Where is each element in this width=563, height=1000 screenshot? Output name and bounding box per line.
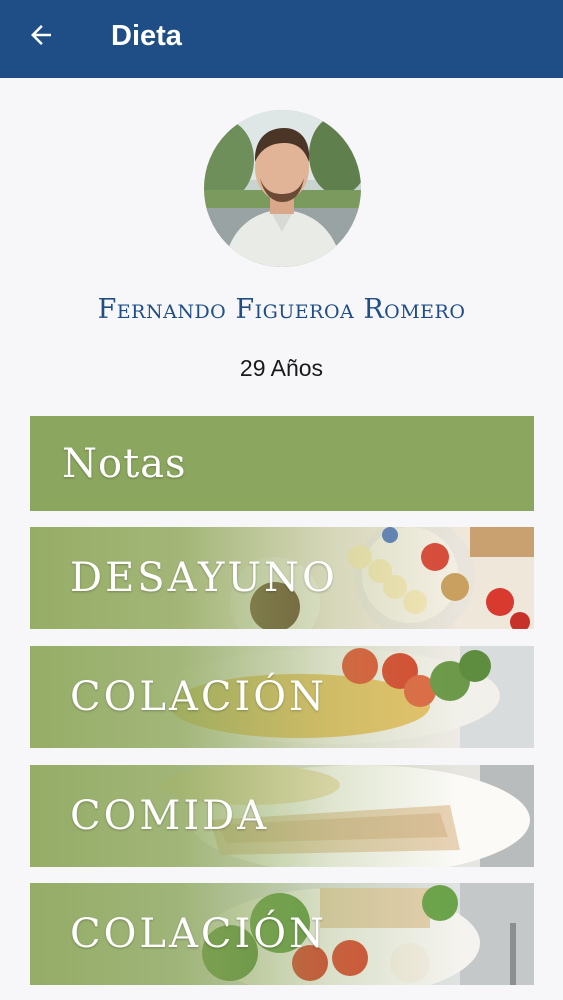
avatar-photo	[204, 110, 361, 267]
back-button[interactable]	[18, 15, 64, 55]
snack-card-2[interactable]: COLACIÓN	[30, 883, 534, 985]
breakfast-label: DESAYUNO	[70, 555, 338, 601]
profile-age: 29 Años	[239, 355, 324, 381]
lunch-label: COMIDA	[70, 793, 270, 839]
profile-name: Fernando Figueroa Romero	[97, 294, 466, 325]
notes-card[interactable]: Notas	[30, 416, 534, 511]
arrow-left-icon	[31, 25, 51, 45]
lunch-card[interactable]: COMIDA	[30, 765, 534, 867]
breakfast-card[interactable]: DESAYUNO	[30, 527, 534, 629]
notes-label: Notas	[62, 440, 187, 487]
app-bar: Dieta	[0, 0, 563, 78]
avatar	[204, 110, 361, 267]
snack-label-1: COLACIÓN	[70, 674, 328, 720]
snack-label-2: COLACIÓN	[70, 911, 328, 957]
snack-card-1[interactable]: COLACIÓN	[30, 646, 534, 748]
page-title: Dieta	[111, 20, 182, 52]
